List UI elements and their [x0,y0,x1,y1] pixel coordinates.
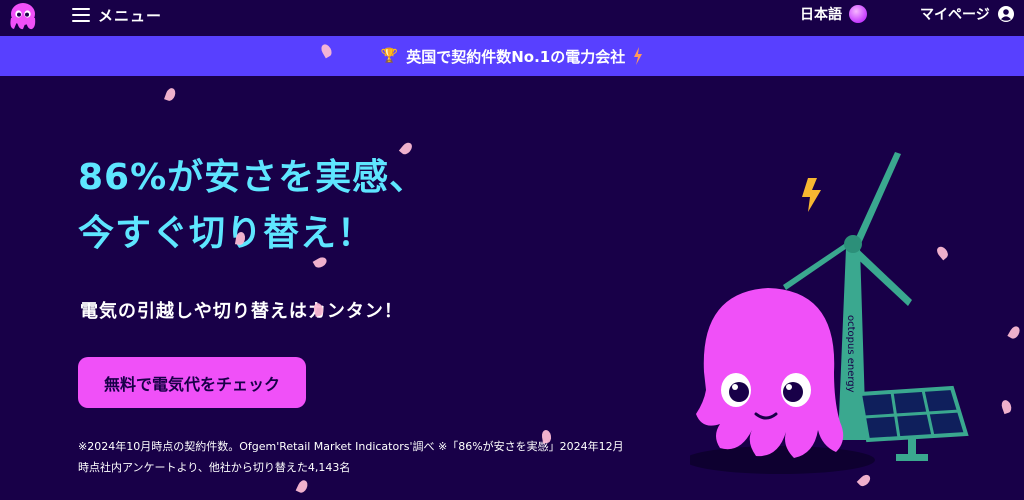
mypage-label: マイページ [920,7,990,23]
user-icon [997,6,1014,22]
wind-turbine-blade [853,152,901,246]
footnote-line-2: 時点社内アンケートより、他社から切り替えた4,143名 [78,461,351,474]
menu-label: メニュー [98,6,163,25]
lightning-icon [634,47,643,65]
octopus-logo-icon[interactable] [6,2,40,32]
octopus-shadow [690,446,875,474]
language-label: 日本語 [800,7,842,23]
language-selector[interactable]: 日本語 [800,3,867,25]
menu-button[interactable]: メニュー [72,4,162,26]
turbine-logo-text: octopus energy [845,315,856,393]
hamburger-icon [72,8,90,22]
sakura-petal-decoration [164,86,177,103]
globe-icon [849,5,867,23]
mypage-link[interactable]: マイページ [920,3,1014,25]
hero-headline-line-2: 今すぐ切り替え！ [78,213,375,254]
wind-turbine-hub [844,235,862,253]
hero-footnote: ※2024年10月時点の契約件数。Ofgem'Retail Market Ind… [78,436,678,478]
top-navigation-bar: メニュー 日本語 マイページ [0,0,1024,36]
octopus-mascot [696,288,844,458]
mascot-illustration: octopus energy [690,152,969,474]
hero-headline: 86%が安さを実感、 今すぐ切り替え！ [78,150,426,262]
promo-banner-text: 英国で契約件数No.1の電力会社 [406,47,626,66]
sakura-petal-decoration [295,478,310,495]
trophy-icon: 🏆 [380,48,399,64]
hero-subline: 電気の引越しや切り替えはカンタン！ [80,301,403,322]
check-price-button[interactable]: 無料で電気代をチェック [78,357,306,408]
promo-banner[interactable]: 🏆 英国で契約件数No.1の電力会社 [0,36,1024,76]
hero-headline-line-1: 86%が安さを実感、 [78,157,427,198]
wind-turbine-blade [783,240,853,290]
lightning-bolt-icon [802,178,821,212]
footnote-line-1: ※2024年10月時点の契約件数。Ofgem'Retail Market Ind… [78,440,624,453]
solar-panel-base [896,454,928,461]
